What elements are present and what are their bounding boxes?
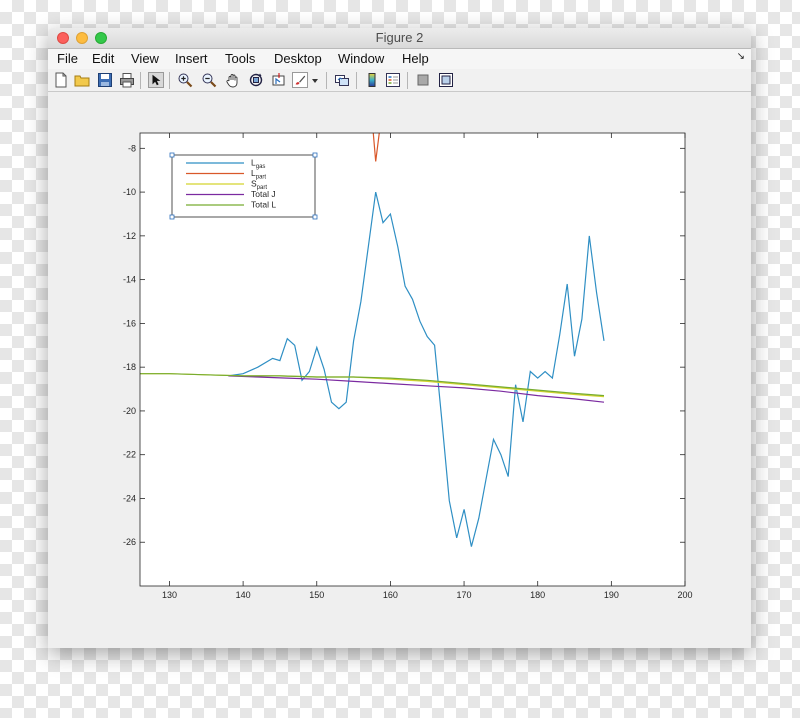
x-tick-label: 190 [604, 590, 619, 600]
y-tick-label: -14 [123, 275, 136, 285]
y-tick-label: -26 [123, 537, 136, 547]
x-tick-label: 160 [383, 590, 398, 600]
legend-entry-subscript: part [256, 175, 267, 181]
y-tick-label: -10 [123, 187, 136, 197]
y-tick-label: -24 [123, 493, 136, 503]
x-tick-label: 200 [677, 590, 692, 600]
y-tick-label: -16 [123, 318, 136, 328]
legend-entry-label: Total L [251, 200, 276, 210]
legend-selection-handle[interactable] [312, 214, 318, 220]
x-tick-label: 180 [530, 590, 545, 600]
y-tick-label: -20 [123, 406, 136, 416]
legend-selection-handle[interactable] [312, 152, 318, 158]
legend-selection-handle[interactable] [169, 214, 175, 220]
legend-entry-label: Total J [251, 189, 276, 199]
x-tick-label: 170 [457, 590, 472, 600]
x-tick-label: 150 [309, 590, 324, 600]
y-tick-label: -22 [123, 450, 136, 460]
y-tick-label: -12 [123, 231, 136, 241]
y-tick-label: -8 [128, 143, 136, 153]
x-tick-label: 130 [162, 590, 177, 600]
legend-entry-subscript: gas [256, 164, 266, 170]
y-tick-label: -18 [123, 362, 136, 372]
legend-box[interactable] [171, 154, 316, 218]
legend-selection-handle[interactable] [169, 152, 175, 158]
x-tick-label: 140 [236, 590, 251, 600]
figure-canvas: 130 140 150 160 170 180 190 200 -8 -10 -12 -14 -16 -1… [123, 132, 693, 600]
